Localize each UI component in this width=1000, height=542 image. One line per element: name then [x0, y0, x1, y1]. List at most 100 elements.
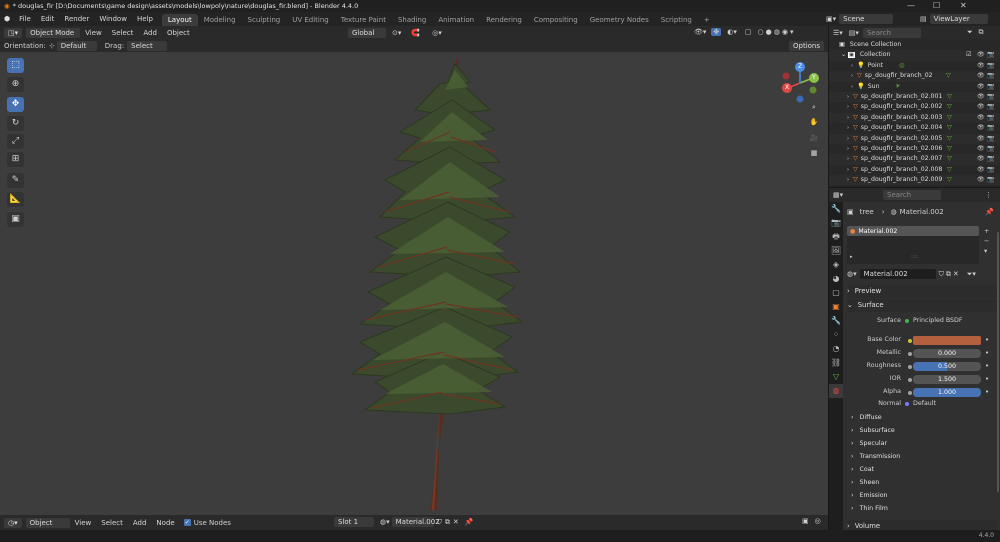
world-tab-icon[interactable]: ◕ — [829, 272, 843, 286]
visibility-eye-icon[interactable]: 👁 — [977, 61, 985, 71]
outliner-scene-collection[interactable]: ▣ Scene Collection — [829, 40, 1000, 50]
view-layer-name[interactable]: ViewLayer — [929, 14, 988, 24]
transform-tool-icon[interactable]: ⊞ — [7, 152, 24, 167]
render-camera-icon[interactable]: 📷 — [987, 154, 994, 164]
normal-value[interactable]: Default — [913, 400, 936, 407]
outliner-item[interactable]: › ▽ sp_dougfir_branch_02.004 ▽ 👁 📷 — [829, 123, 1000, 133]
render-camera-icon[interactable]: 📷 — [987, 50, 994, 60]
material-unlink-icon[interactable]: ✕ — [953, 270, 959, 278]
keyframe-dot-icon[interactable]: • — [985, 388, 989, 396]
slot-dropdown[interactable]: Slot 1 — [334, 517, 374, 527]
outliner-item[interactable]: › ▽ sp_dougfir_branch_02.002 ▽ 👁 📷 — [829, 102, 1000, 112]
visibility-eye-icon[interactable]: 👁 — [977, 113, 985, 123]
add-cube-tool-icon[interactable]: ▣ — [7, 212, 24, 227]
menu-edit[interactable]: Edit — [36, 12, 60, 26]
expand-icon[interactable]: › — [851, 84, 853, 90]
expand-icon[interactable]: › — [847, 167, 849, 173]
properties-options-icon[interactable]: ⋮ — [985, 191, 992, 199]
add-workspace-button[interactable]: + — [698, 14, 716, 26]
use-nodes-label[interactable]: Use Nodes — [194, 519, 231, 527]
pan-icon[interactable]: ✋ — [808, 116, 820, 128]
visibility-eye-icon[interactable]: 👁 — [977, 102, 985, 112]
properties-scrollbar[interactable] — [997, 232, 999, 492]
tab-animation[interactable]: Animation — [432, 14, 480, 26]
view-layer-selector[interactable]: ▤ ViewLayer — [920, 14, 988, 24]
tab-rendering[interactable]: Rendering — [480, 14, 528, 26]
keyframe-dot-icon[interactable]: • — [985, 362, 989, 370]
pin-properties-icon[interactable]: 📌 — [985, 208, 994, 216]
visibility-eye-icon[interactable]: 👁 — [977, 123, 985, 133]
visibility-icon[interactable]: 👁▾ — [694, 28, 706, 36]
expand-icon[interactable]: › — [847, 94, 849, 100]
outliner-item[interactable]: › ▽ sp_dougfir_branch_02.008 ▽ 👁 📷 — [829, 165, 1000, 175]
surface-shader-value[interactable]: Principled BSDF — [913, 317, 963, 324]
tab-texture-paint[interactable]: Texture Paint — [335, 14, 392, 26]
cursor-tool-icon[interactable]: ⊕ — [7, 77, 24, 92]
shader-menu-node[interactable]: Node — [151, 516, 179, 530]
menu-help[interactable]: Help — [132, 12, 158, 26]
render-camera-icon[interactable]: 📷 — [987, 134, 994, 144]
transform-orientation-dropdown[interactable]: Global — [348, 28, 386, 38]
rotate-tool-icon[interactable]: ↻ — [7, 116, 24, 131]
gizmo-toggle-icon[interactable]: ✥ — [711, 28, 722, 36]
data-tab-icon[interactable]: ▽ — [829, 370, 843, 384]
expand-icon[interactable]: › — [847, 115, 849, 121]
blender-menu-icon[interactable]: ⬢ — [0, 15, 14, 23]
field-slider[interactable]: 0.000 — [913, 349, 981, 358]
drag-dropdown[interactable]: Select Box — [127, 40, 168, 60]
expand-icon[interactable]: › — [847, 146, 849, 152]
tab-scripting[interactable]: Scripting — [655, 14, 698, 26]
viewport-menu-add[interactable]: Add — [138, 26, 162, 40]
scene-name[interactable]: Scene — [839, 14, 894, 24]
select-tool-icon[interactable]: ⬚ — [7, 58, 24, 73]
render-camera-icon[interactable]: 📷 — [987, 82, 994, 92]
shader-menu-view[interactable]: View — [70, 516, 97, 530]
shader-type-dropdown[interactable]: Object — [25, 517, 70, 528]
duplicate-material-icon[interactable]: ⧉ — [445, 518, 450, 527]
modifier-tab-icon[interactable]: 🔧 — [829, 314, 843, 328]
material-name-field[interactable]: Material.002 — [859, 269, 936, 279]
orientation-dropdown[interactable]: Default — [56, 40, 97, 51]
expand-icon[interactable]: › — [851, 63, 853, 69]
subpanel-header[interactable]: › Coat — [851, 463, 997, 476]
tool-tab-icon[interactable]: 🔧 — [829, 202, 843, 216]
visibility-eye-icon[interactable]: 👁 — [977, 144, 985, 154]
mode-dropdown[interactable]: Object Mode — [26, 27, 81, 38]
pin-icon[interactable]: 📌 — [465, 518, 474, 526]
new-collection-icon[interactable]: ⧉ — [979, 28, 984, 37]
menu-window[interactable]: Window — [94, 12, 132, 26]
tab-compositing[interactable]: Compositing — [528, 14, 584, 26]
overlay-toggle-icon[interactable]: ◐▾ — [727, 28, 737, 36]
tab-geometry-nodes[interactable]: Geometry Nodes — [584, 14, 655, 26]
visibility-eye-icon[interactable]: 👁 — [977, 82, 985, 92]
render-camera-icon[interactable]: 📷 — [987, 102, 994, 112]
visibility-eye-icon[interactable]: 👁 — [977, 175, 985, 185]
visibility-eye-icon[interactable]: 👁 — [977, 50, 985, 60]
visibility-eye-icon[interactable]: 👁 — [977, 71, 985, 81]
visibility-eye-icon[interactable]: 👁 — [977, 134, 985, 144]
tab-uv-editing[interactable]: UV Editing — [286, 14, 335, 26]
material-tab-icon[interactable]: ◍ — [829, 384, 843, 398]
move-tool-icon[interactable]: ✥ — [7, 97, 24, 112]
outliner-item[interactable]: › ▽ sp_dougfir_branch_02.003 ▽ 👁 📷 — [829, 112, 1000, 124]
navigation-gizmo[interactable]: Z Y X — [778, 60, 824, 106]
unlink-material-icon[interactable]: ✕ — [453, 518, 459, 526]
render-camera-icon[interactable]: 📷 — [987, 123, 994, 133]
viewport-menu-view[interactable]: View — [80, 26, 107, 40]
collection-checkbox[interactable]: ☑ — [966, 50, 972, 60]
render-camera-icon[interactable]: 📷 — [987, 113, 994, 123]
outliner-collection[interactable]: ⌄ ▣ Collection ☑ 👁 📷 — [829, 50, 1000, 61]
render-tab-icon[interactable]: 📷 — [829, 216, 843, 230]
field-slider[interactable]: 1.000 — [913, 388, 981, 397]
subpanel-header[interactable]: › Diffuse — [851, 411, 997, 424]
material-browse-icon[interactable]: ◍▾ — [380, 518, 390, 526]
render-camera-icon[interactable]: 📷 — [987, 61, 994, 71]
render-camera-icon[interactable]: 📷 — [987, 165, 994, 175]
outliner-filter-icon[interactable]: ⏷ — [967, 28, 973, 37]
render-camera-icon[interactable]: 📷 — [987, 144, 994, 154]
properties-search-input[interactable]: Search — [883, 190, 941, 200]
scene-tab-icon[interactable]: ◈ — [829, 258, 843, 272]
keyframe-dot-icon[interactable]: • — [985, 375, 989, 383]
properties-editor-icon[interactable]: ▦▾ — [833, 191, 843, 199]
options-button[interactable]: Options — [789, 41, 825, 51]
